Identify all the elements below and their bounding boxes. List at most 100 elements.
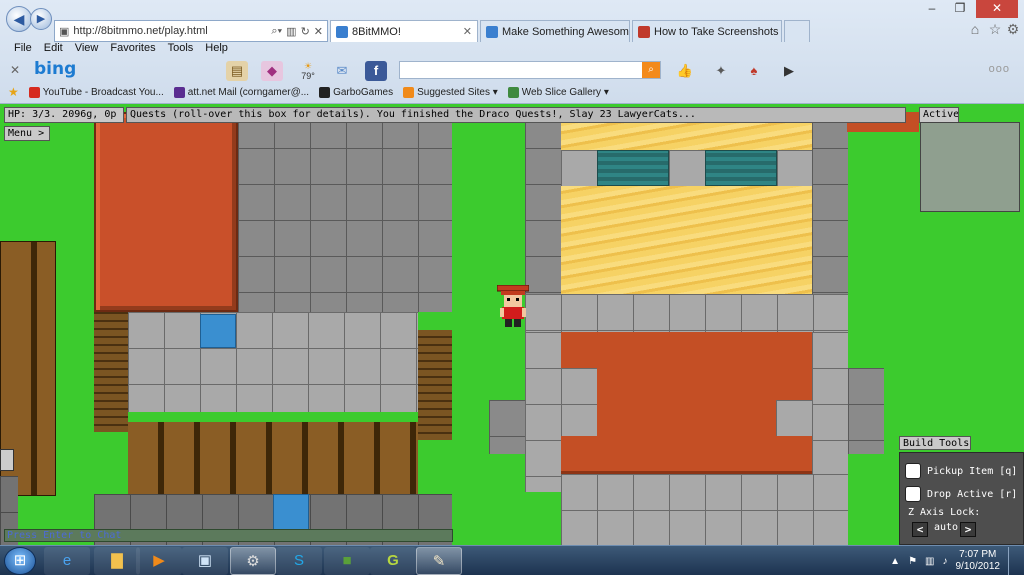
drop-active-checkbox[interactable] bbox=[905, 486, 921, 502]
stone-step-left bbox=[489, 400, 525, 454]
bing-search-icon[interactable]: ⌕ bbox=[642, 62, 660, 78]
water-tile bbox=[273, 494, 309, 530]
tab-close-icon[interactable]: ✕ bbox=[463, 25, 472, 38]
menu-bar: File Edit View Favorites Tools Help bbox=[0, 42, 1024, 57]
fav-youtube[interactable]: YouTube - Broadcast You... bbox=[28, 86, 164, 98]
tools-gear-icon[interactable]: ⚙ bbox=[1004, 20, 1022, 38]
windows-orb-icon[interactable]: ⊞ bbox=[4, 547, 36, 575]
volume-icon[interactable]: ♪ bbox=[943, 556, 948, 567]
paint-icon[interactable]: ✎ bbox=[416, 547, 462, 575]
close-button[interactable]: ✕ bbox=[976, 0, 1018, 18]
network-icon[interactable]: ▥ bbox=[925, 556, 934, 567]
new-tab-button[interactable] bbox=[784, 20, 810, 42]
player-sprite bbox=[496, 284, 530, 327]
suggested-sites-icon bbox=[403, 86, 415, 98]
pickup-item-checkbox[interactable] bbox=[905, 463, 921, 479]
screen-icon[interactable]: ▣ bbox=[182, 547, 228, 575]
water-pool bbox=[705, 150, 777, 186]
web-slice-icon bbox=[507, 86, 519, 98]
fav-web-slice[interactable]: Web Slice Gallery ▾ bbox=[507, 86, 609, 98]
water-pool bbox=[597, 150, 669, 186]
stop-icon[interactable]: ✕ bbox=[314, 25, 323, 38]
weather-icon[interactable]: ☀ 79° bbox=[294, 61, 322, 81]
minimize-button[interactable]: – bbox=[918, 0, 946, 18]
z-axis-lock-value: auto bbox=[934, 522, 959, 533]
active-item-slot[interactable] bbox=[920, 122, 1020, 212]
like-icon[interactable]: 👍 bbox=[674, 61, 696, 81]
address-url[interactable]: http://8bitmmo.net/play.html bbox=[73, 25, 267, 37]
menu-help[interactable]: Help bbox=[205, 42, 228, 57]
g-app-icon[interactable]: G bbox=[370, 547, 416, 575]
tray-expand-icon[interactable]: ▲ bbox=[890, 556, 900, 567]
drop-active-label: Drop Active [r] bbox=[927, 488, 1018, 500]
favorites-star-icon[interactable]: ☆ bbox=[986, 20, 1004, 38]
menu-button[interactable]: Menu > bbox=[4, 126, 50, 141]
tab-label: How to Take Screenshots in Wi... bbox=[654, 25, 781, 38]
player-character[interactable] bbox=[496, 284, 530, 327]
file-explorer-icon[interactable]: ▇ bbox=[94, 547, 140, 575]
favorites-bar: ★ YouTube - Broadcast You... att.net Mai… bbox=[0, 83, 1024, 101]
facebook-icon[interactable]: f bbox=[365, 61, 387, 81]
back-button[interactable]: ◀ bbox=[6, 6, 32, 32]
mail-icon[interactable]: ✉ bbox=[331, 61, 353, 81]
refresh-icon[interactable]: ↻ bbox=[301, 25, 310, 38]
skype-icon[interactable]: S bbox=[276, 547, 322, 575]
clock-date: 9/10/2012 bbox=[955, 561, 1001, 572]
z-axis-prev-button[interactable]: < bbox=[912, 522, 928, 537]
weather-temp: 79° bbox=[301, 71, 315, 81]
wood-wall-left bbox=[94, 312, 128, 432]
menu-tools[interactable]: Tools bbox=[168, 42, 194, 57]
cards-icon[interactable]: ♠ bbox=[743, 61, 765, 81]
toolbar-more-icon[interactable]: ooo bbox=[989, 63, 1010, 75]
forward-button[interactable]: ▶ bbox=[30, 8, 52, 30]
z-axis-lock-label: Z Axis Lock: bbox=[908, 507, 981, 518]
menu-file[interactable]: File bbox=[14, 42, 32, 57]
tab-label: Make Something Awesome Co... bbox=[502, 25, 629, 38]
pickup-item-row[interactable]: Pickup Item [q] bbox=[905, 463, 1017, 479]
minecraft-icon[interactable]: ■ bbox=[324, 547, 370, 575]
news-icon[interactable]: ▤ bbox=[226, 61, 248, 81]
hud-status: HP: 3/3. 2096g, 0p bbox=[4, 107, 124, 123]
menu-favorites[interactable]: Favorites bbox=[110, 42, 155, 57]
bing-search-input[interactable] bbox=[399, 61, 661, 79]
fav-suggested-sites[interactable]: Suggested Sites ▾ bbox=[403, 86, 498, 98]
drop-active-row[interactable]: Drop Active [r] bbox=[905, 486, 1017, 502]
action-center-icon[interactable]: ⚑ bbox=[908, 556, 917, 567]
menu-edit[interactable]: Edit bbox=[44, 42, 63, 57]
fav-att-mail[interactable]: att.net Mail (corngamer@... bbox=[173, 86, 309, 98]
fav-garbogames[interactable]: GarboGames bbox=[319, 86, 393, 98]
steam-icon[interactable]: ⚙ bbox=[230, 547, 276, 575]
tab-favicon-icon bbox=[336, 25, 348, 38]
favorites-star-icon[interactable]: ★ bbox=[8, 85, 19, 99]
menu-view[interactable]: View bbox=[75, 42, 99, 57]
clock-time: 7:07 PM bbox=[959, 549, 997, 560]
maximize-button[interactable]: ❐ bbox=[946, 0, 974, 18]
media-player-icon[interactable]: ▶ bbox=[136, 547, 182, 575]
toolbar-close-icon[interactable]: ✕ bbox=[10, 63, 20, 77]
maps-icon[interactable]: ◆ bbox=[261, 61, 283, 81]
system-tray: ▲ ⚑ ▥ ♪ 7:07 PM 9/10/2012 bbox=[890, 546, 1018, 575]
clock[interactable]: 7:07 PM 9/10/2012 bbox=[956, 549, 1001, 573]
sand-area bbox=[561, 186, 812, 294]
water-tile bbox=[200, 314, 236, 348]
browser-chrome: ◀ ▶ ▣ http://8bitmmo.net/play.html ⌕▾ ▥ … bbox=[0, 0, 1024, 104]
sparkle-icon[interactable]: ✦ bbox=[710, 61, 732, 81]
game-canvas[interactable]: HP: 3/3. 2096g, 0p Quests (roll-over thi… bbox=[0, 104, 1024, 545]
home-icon[interactable]: ⌂ bbox=[966, 20, 984, 38]
tab-8bitmmo[interactable]: 8BitMMO! ✕ bbox=[330, 20, 478, 42]
z-axis-next-button[interactable]: > bbox=[960, 522, 976, 537]
address-bar[interactable]: ▣ http://8bitmmo.net/play.html ⌕▾ ▥ ↻ ✕ bbox=[54, 20, 328, 42]
hud-quests[interactable]: Quests (roll-over this box for details).… bbox=[126, 107, 906, 123]
tab-screenshots[interactable]: How to Take Screenshots in Wi... bbox=[632, 20, 782, 42]
chat-input[interactable]: Press Enter to Chat bbox=[4, 529, 453, 542]
show-desktop-button[interactable] bbox=[1008, 547, 1018, 575]
video-icon[interactable]: ▶ bbox=[778, 61, 800, 81]
compatibility-icon[interactable]: ▥ bbox=[286, 25, 296, 38]
tab-favicon-icon bbox=[486, 25, 498, 38]
bing-logo: bing bbox=[34, 59, 77, 79]
internet-explorer-icon[interactable]: e bbox=[44, 547, 90, 575]
stone-floor bbox=[128, 312, 418, 412]
search-dropdown-icon[interactable]: ⌕▾ bbox=[271, 25, 282, 38]
stone-step-right bbox=[848, 368, 884, 454]
tab-make-something[interactable]: Make Something Awesome Co... bbox=[480, 20, 630, 42]
